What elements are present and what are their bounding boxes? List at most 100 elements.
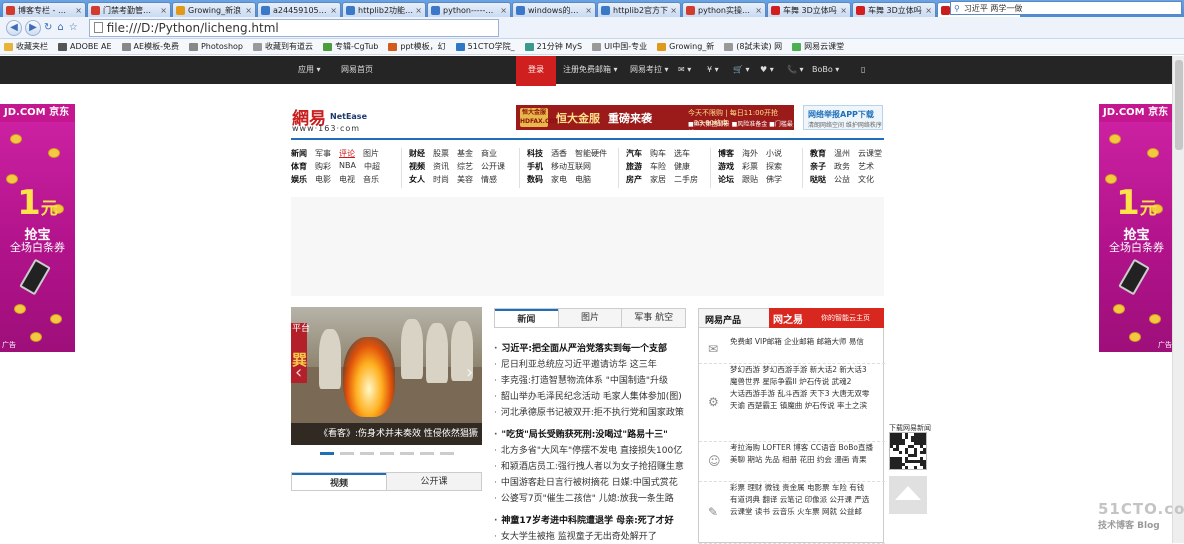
product-links-row[interactable]: 大话西游手游 乱斗西游 天下3 大唐无双零 <box>730 388 882 400</box>
browser-tab[interactable]: windows的pyth × <box>512 2 596 17</box>
channel-link[interactable]: 智能硬件 <box>575 148 607 161</box>
tab-news[interactable]: 新闻 <box>495 309 558 327</box>
channel-link[interactable]: 科技 <box>527 148 543 161</box>
close-icon[interactable]: × <box>925 6 932 15</box>
browser-tab[interactable]: httplib2官方下 × <box>597 2 681 17</box>
search-input[interactable]: ⚲ 习近平 两学一做 <box>950 1 1182 15</box>
close-icon[interactable]: × <box>585 6 592 15</box>
news-item[interactable]: · 韶山举办毛泽民纪念活动 毛家人集体参加(图) <box>494 389 686 402</box>
browser-tab[interactable]: httplib2功能_百 × <box>342 2 426 17</box>
topnav-item[interactable]: ♥ ▾ <box>760 56 774 84</box>
browser-tab[interactable]: a244591052的 × <box>257 2 341 17</box>
channel-link[interactable]: 电影 <box>315 174 331 187</box>
channel-link[interactable]: 彩票 <box>742 161 758 174</box>
slider-caption[interactable]: 《看客》:伤身术并未奏效 性侵依然猖獗 <box>291 423 482 445</box>
channel-link[interactable]: 评论 <box>339 148 355 161</box>
channel-link[interactable]: 情感 <box>481 174 497 187</box>
netease-logo[interactable]: 網易 NetEase www·163·com <box>292 104 372 134</box>
bookmark-item[interactable]: Growing_新 <box>657 41 714 52</box>
close-icon[interactable]: × <box>670 6 677 15</box>
channel-link[interactable]: 小说 <box>766 148 782 161</box>
channel-link[interactable]: 军事 <box>315 148 331 161</box>
channel-link[interactable]: 公益 <box>834 174 850 187</box>
channel-link[interactable]: 音乐 <box>363 174 379 187</box>
products-brand-banner[interactable]: 网之易 你的智能云主页 <box>769 308 884 328</box>
url-field[interactable]: file:///D:/Python/licheng.html <box>88 18 499 37</box>
news-headline[interactable]: · "吃货"局长受贿获死刑:没喝过"路易十三" <box>494 427 686 440</box>
bookmark-item[interactable]: 网易云课堂 <box>792 41 844 52</box>
channel-link[interactable]: 博客 <box>718 148 734 161</box>
channel-link[interactable]: 选车 <box>674 148 690 161</box>
topnav-item[interactable]: 网易首页 <box>341 56 373 84</box>
browser-tab[interactable]: python-----httpl × <box>427 2 511 17</box>
slider-dot[interactable] <box>380 452 394 455</box>
product-links-row[interactable]: 天谕 西楚霸王 镇魔曲 炉石传说 率土之滨 <box>730 400 882 412</box>
browser-tab[interactable]: 车舞 3D立体吗 × <box>852 2 936 17</box>
bookmark-item[interactable]: 收藏到有道云 <box>253 41 313 52</box>
channel-link[interactable]: 汽车 <box>626 148 642 161</box>
browser-tab[interactable]: 博客专栏 - 博客 × <box>2 2 86 17</box>
browser-tab[interactable]: 门禁考勤管理系 × <box>87 2 171 17</box>
channel-link[interactable]: 商业 <box>481 148 497 161</box>
channel-link[interactable]: 政务 <box>834 161 850 174</box>
channel-link[interactable]: 移动互联网 <box>551 161 591 174</box>
slider-dot[interactable] <box>400 452 414 455</box>
news-item[interactable]: · 女大学生被拖 监视童子无出奇处解开了 <box>494 529 686 542</box>
channel-link[interactable]: 房产 <box>626 174 642 187</box>
channel-link[interactable]: 佛学 <box>766 174 782 187</box>
channel-link[interactable]: 数码 <box>527 174 543 187</box>
topnav-item[interactable]: 📞 ▾ <box>787 56 804 84</box>
bookmark-item[interactable]: 收藏夹栏 <box>4 41 48 52</box>
app-download-ad[interactable]: 网络举报APP下载 清朗网络空间 维护网络秩序 <box>803 105 883 130</box>
channel-link[interactable]: 旅游 <box>626 161 642 174</box>
news-item[interactable]: · 公婆写7页"催生二孩信" 儿媳:放我一条生路 <box>494 491 686 504</box>
channel-link[interactable]: 哒哒 <box>810 174 826 187</box>
tab-military[interactable]: 军事 航空 <box>621 309 685 327</box>
bookmark-item[interactable]: ADOBE AE <box>58 42 112 51</box>
channel-link[interactable]: 时尚 <box>433 174 449 187</box>
news-item[interactable]: · 李克强:打造智慧物流体系 "中国制造"升级 <box>494 373 686 386</box>
close-icon[interactable]: × <box>500 6 507 15</box>
channel-link[interactable]: 财经 <box>409 148 425 161</box>
channel-link[interactable]: 酒香 <box>551 148 567 161</box>
channel-link[interactable]: 二手房 <box>674 174 698 187</box>
product-links-row[interactable]: 免费邮 VIP邮箱 企业邮箱 邮箱大师 易信 <box>730 336 882 348</box>
scrollbar-thumb[interactable] <box>1175 60 1183 150</box>
bookmark-item[interactable]: UI中国-专业 <box>592 41 647 52</box>
news-item[interactable]: · 北方多省"大风车"停摆不发电 直接损失100亿 <box>494 443 686 456</box>
login-button[interactable]: 登录 <box>516 56 556 86</box>
close-icon[interactable]: × <box>75 6 82 15</box>
channel-link[interactable]: 家居 <box>650 174 666 187</box>
product-links-row[interactable]: 梦幻西游 梦幻西游手游 新大话2 新大话3 <box>730 364 882 376</box>
channel-link[interactable]: 教育 <box>810 148 826 161</box>
refresh-icon[interactable]: ↻ <box>44 22 52 33</box>
channel-link[interactable]: 车险 <box>650 161 666 174</box>
channel-link[interactable]: 论坛 <box>718 174 734 187</box>
slider-dot[interactable] <box>320 452 334 455</box>
channel-link[interactable]: 探索 <box>766 161 782 174</box>
topnav-item[interactable]: ▯ <box>861 56 865 84</box>
back-to-top-button[interactable] <box>889 476 927 514</box>
channel-link[interactable]: 跟贴 <box>742 174 758 187</box>
close-icon[interactable]: × <box>840 6 847 15</box>
tab-video[interactable]: 视频 <box>292 473 386 490</box>
tab-photos[interactable]: 图片 <box>557 309 622 327</box>
channel-link[interactable]: 云课堂 <box>858 148 882 161</box>
news-item[interactable]: · 中国游客赴日言行被树摘花 日媒:中国式赏花 <box>494 475 686 488</box>
channel-link[interactable]: 海外 <box>742 148 758 161</box>
channel-link[interactable]: 购车 <box>650 148 666 161</box>
bookmark-item[interactable]: 21分钟 MyS <box>524 41 582 52</box>
news-headline[interactable]: · 习近平:把全面从严治党落实到每一个支部 <box>494 341 686 354</box>
channel-link[interactable]: 图片 <box>363 148 379 161</box>
channel-link[interactable]: 手机 <box>527 161 543 174</box>
product-links-row[interactable]: 云课堂 读书 云音乐 火车票 网就 公益邮 <box>730 506 882 518</box>
close-icon[interactable]: × <box>330 6 337 15</box>
news-headline[interactable]: · 神童17岁考进中科院遭退学 母亲:死了才好 <box>494 513 686 526</box>
home-icon[interactable]: ⌂ <box>57 22 63 33</box>
close-icon[interactable]: × <box>755 6 762 15</box>
page-scrollbar[interactable] <box>1172 56 1184 543</box>
channel-link[interactable]: 电脑 <box>575 174 591 187</box>
bookmark-item[interactable]: Photoshop <box>188 42 243 51</box>
topnav-item[interactable]: BoBo ▾ <box>812 56 839 84</box>
close-icon[interactable]: × <box>415 6 422 15</box>
